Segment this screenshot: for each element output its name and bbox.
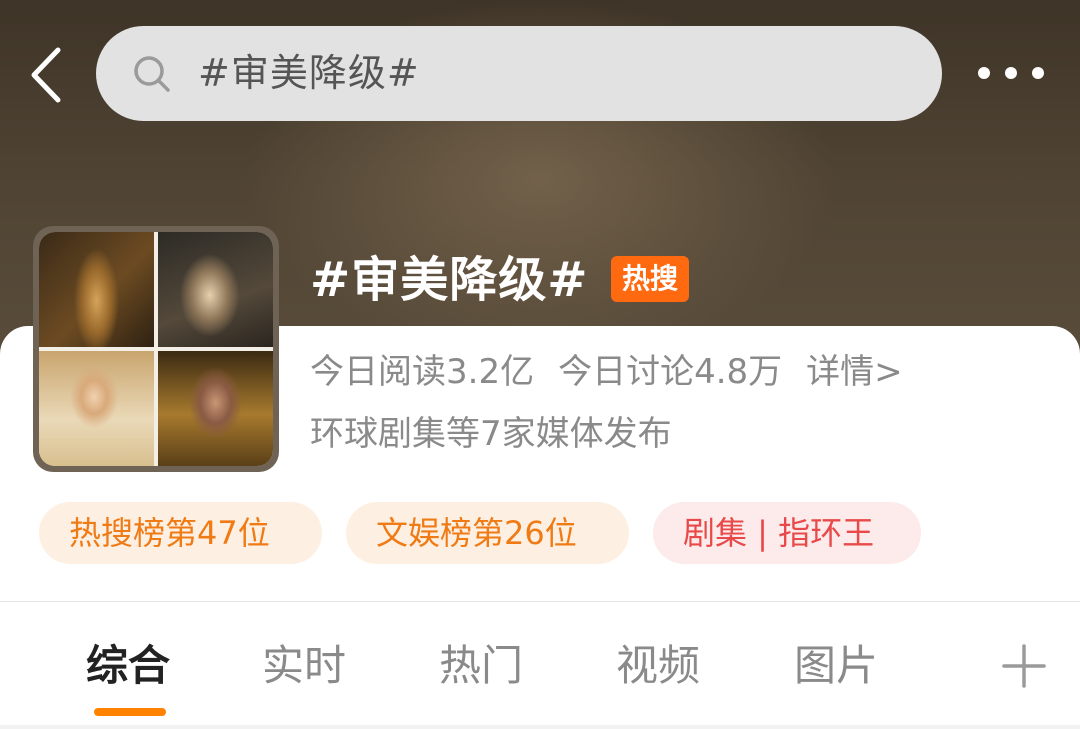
- tag-series-lotr[interactable]: 剧集 | 指环王: [653, 502, 921, 564]
- back-button[interactable]: [22, 40, 70, 110]
- chevron-left-icon: [31, 47, 61, 103]
- read-count: 今日阅读3.2亿: [310, 352, 535, 392]
- divider: [0, 601, 1080, 602]
- active-tab-indicator: [94, 708, 166, 716]
- cover-image-4: [158, 351, 273, 466]
- add-tab-button[interactable]: [1000, 642, 1048, 690]
- tag-hot-search-rank[interactable]: 热搜榜第47位: [39, 502, 322, 564]
- cover-image-2: [158, 232, 273, 347]
- tab-video[interactable]: 视频: [616, 636, 700, 696]
- tab-overview[interactable]: 综合: [86, 636, 170, 696]
- tab-images[interactable]: 图片: [794, 636, 878, 696]
- more-dot: [978, 67, 990, 79]
- discussion-count: 今日讨论4.8万: [558, 352, 783, 392]
- search-query[interactable]: #审美降级#: [198, 46, 420, 101]
- tab-hot[interactable]: 热门: [439, 636, 523, 696]
- cover-image-3: [39, 351, 154, 466]
- more-dot: [1005, 67, 1017, 79]
- bottom-rule: [0, 725, 1080, 729]
- cover-image-1: [39, 232, 154, 347]
- media-source: 环球剧集等7家媒体发布: [310, 414, 672, 454]
- details-link[interactable]: 详情>: [806, 352, 903, 392]
- tag-entertainment-rank[interactable]: 文娱榜第26位: [346, 502, 629, 564]
- hot-search-badge: 热搜: [611, 256, 689, 302]
- plus-icon: [1002, 644, 1046, 688]
- more-button[interactable]: [972, 52, 1050, 94]
- more-dot: [1032, 67, 1044, 79]
- topic-cover[interactable]: [33, 226, 279, 472]
- search-icon: [134, 56, 170, 92]
- topic-stats: 今日阅读3.2亿 今日讨论4.8万 详情>: [310, 346, 903, 398]
- topic-title: #审美降级#: [310, 252, 589, 308]
- search-bar[interactable]: #审美降级#: [96, 26, 942, 121]
- tab-realtime[interactable]: 实时: [262, 636, 346, 696]
